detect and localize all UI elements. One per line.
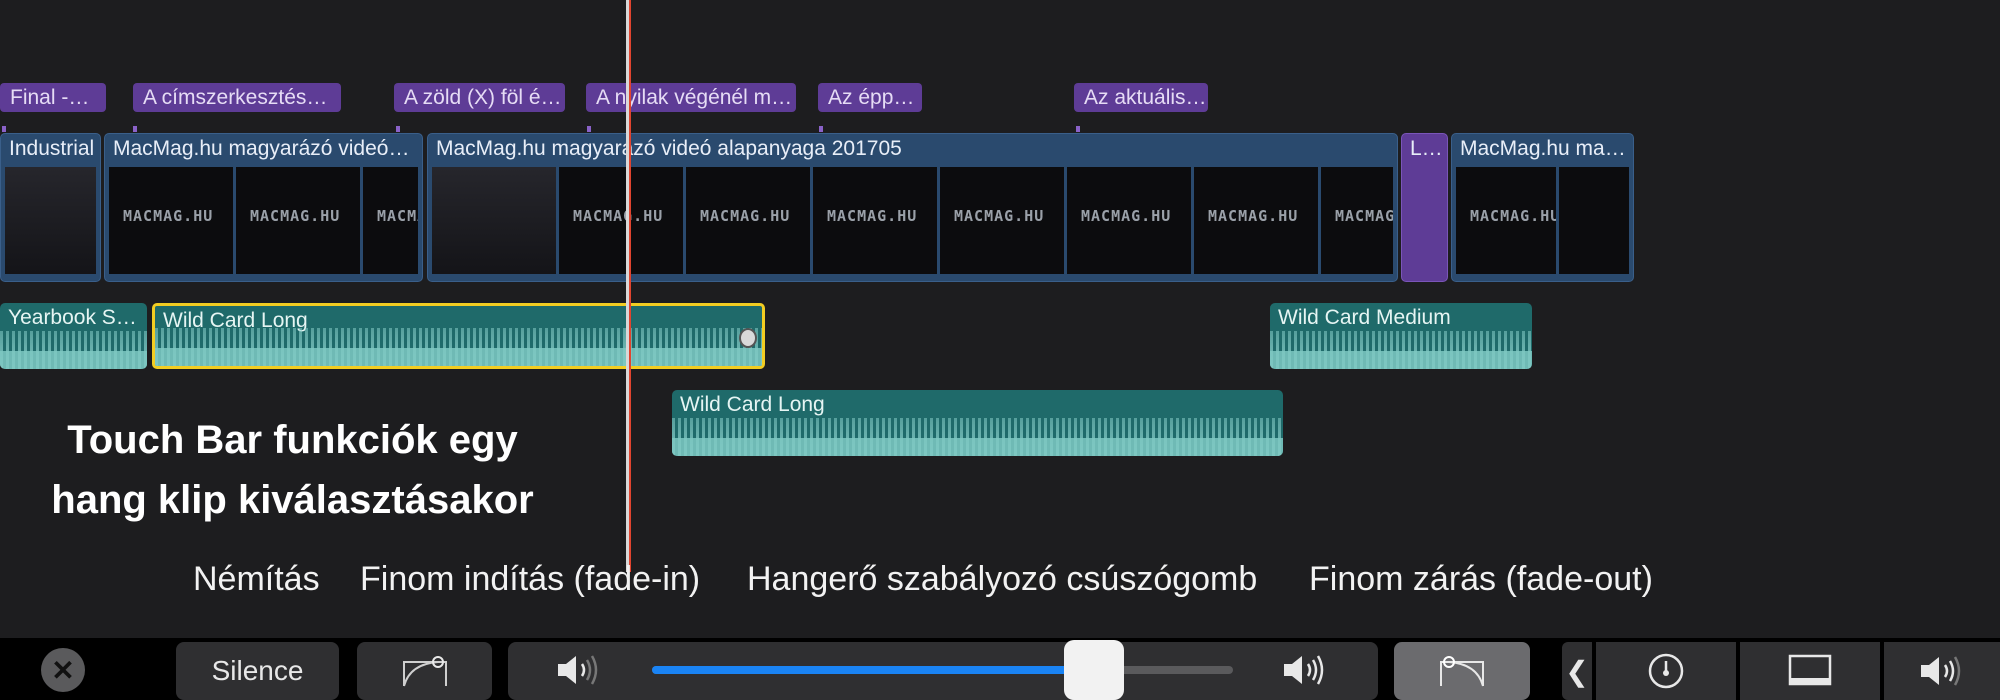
close-icon[interactable]: ✕ xyxy=(41,648,85,692)
marker-pin xyxy=(1076,126,1080,132)
video-clip-title: MacMag.hu magyarázó videó… xyxy=(113,137,410,160)
thumbnail-logo: MACMAG.HU xyxy=(1335,207,1393,225)
label-volume-slider: Hangerő szabályozó csúszógomb xyxy=(747,560,1258,598)
thumbnail: MACMAG.HU xyxy=(813,167,937,274)
label-fade-out: Finom zárás (fade-out) xyxy=(1309,560,1653,598)
video-clip-industrial[interactable]: Industrial xyxy=(0,133,101,282)
control-strip-collapse-button[interactable]: ❮ xyxy=(1562,642,1592,700)
thumbnail: MACMAG.HU xyxy=(686,167,810,274)
video-clip-title: L… xyxy=(1410,137,1443,160)
waveform-base xyxy=(672,438,1283,456)
label-mute: Némítás xyxy=(193,560,320,598)
caption-line-2: hang klip kiválasztásakor xyxy=(51,478,534,522)
marker-4[interactable]: A nyilak végénél m… xyxy=(586,83,796,112)
video-clip-macmag-1[interactable]: MacMag.hu magyarázó videó… MACMAG.HU MAC… xyxy=(104,133,423,282)
marker-5[interactable]: Az épp… xyxy=(818,83,922,112)
dial-icon xyxy=(1648,653,1684,689)
caption: Touch Bar funkciók egy hang klip kiválas… xyxy=(20,410,565,530)
thumbnail: MACMAG.HU xyxy=(559,167,683,274)
marker-1[interactable]: Final -… xyxy=(0,83,106,112)
thumbnail xyxy=(1559,167,1629,274)
brightness-button[interactable] xyxy=(1596,642,1736,700)
video-clip-l[interactable]: L… xyxy=(1401,133,1448,282)
fade-out-icon xyxy=(1440,656,1484,687)
thumbnail: MACMAG.HU xyxy=(109,167,233,274)
audio-clip-title: Wild Card Medium xyxy=(1278,306,1451,329)
marker-3[interactable]: A zöld (X) föl é… xyxy=(394,83,565,112)
playhead-skimmer xyxy=(629,0,631,572)
volume-high-icon xyxy=(1280,651,1330,694)
clip-thumbnails: MACMAG.HU xyxy=(1456,167,1629,274)
fade-in-icon xyxy=(402,656,447,687)
marker-pin xyxy=(396,126,400,132)
thumbnail: MACMAG.HU xyxy=(940,167,1064,274)
video-clip-macmag-2[interactable]: MacMag.hu magyarázó videó alapanyaga 201… xyxy=(427,133,1398,282)
thumbnail: MACMAG.HU xyxy=(236,167,360,274)
thumbnail xyxy=(432,167,556,274)
thumbnail-logo: MACMAG.HU xyxy=(954,207,1045,225)
thumbnail-logo: MACMAG.HU xyxy=(827,207,918,225)
thumbnail: MACMAG.HU xyxy=(1456,167,1556,274)
volume-keyframe-handle[interactable] xyxy=(739,328,757,348)
thumbnail: MACMAG.HU xyxy=(1067,167,1191,274)
fade-in-button[interactable] xyxy=(357,642,492,700)
thumbnail-logo: MACMAG.HU xyxy=(250,207,341,225)
caption-line-1: Touch Bar funkciók egy xyxy=(67,418,518,462)
fade-out-button[interactable] xyxy=(1394,642,1530,700)
thumbnail: MACMAG.HU xyxy=(1321,167,1393,274)
audio-clip-title: Wild Card Long xyxy=(680,393,825,416)
thumbnail-logo: MACMAG.HU xyxy=(573,207,664,225)
audio-clip-wild-card-long-selected[interactable]: Wild Card Long xyxy=(152,303,765,369)
clip-thumbnails xyxy=(5,167,96,274)
display-icon xyxy=(1788,654,1832,686)
marker-pin xyxy=(819,126,823,132)
thumbnail-logo: MACMAG.HU xyxy=(1208,207,1299,225)
thumbnail xyxy=(5,167,96,274)
clip-thumbnails: MACMAG.HU MACMAG.HU MACMAG.HU MACMAG.HU … xyxy=(432,167,1393,274)
audio-clip-wild-card-long-2[interactable]: Wild Card Long xyxy=(672,390,1283,456)
marker-2[interactable]: A címszerkesztés… xyxy=(133,83,341,112)
thumbnail: MACMAG.HU xyxy=(1194,167,1318,274)
mission-control-button[interactable] xyxy=(1740,642,1880,700)
waveform-base xyxy=(0,351,147,369)
thumbnail-logo: MACMAG.HU xyxy=(1081,207,1172,225)
silence-button[interactable]: Silence xyxy=(176,642,339,700)
thumbnail: MACMAG.HU xyxy=(363,167,418,274)
volume-low-icon xyxy=(554,651,604,694)
thumbnail-logo: MACMAG.HU xyxy=(1470,207,1556,225)
thumbnail-logo: MACMAG.HU xyxy=(377,207,418,225)
clip-thumbnails: MACMAG.HU MACMAG.HU MACMAG.HU xyxy=(109,167,418,274)
label-fade-in: Finom indítás (fade-in) xyxy=(360,560,701,598)
audio-clip-yearbook[interactable]: Yearbook S… xyxy=(0,303,147,369)
waveform-base xyxy=(155,348,762,366)
video-clip-title: Industrial xyxy=(9,137,95,160)
volume-slider-knob[interactable] xyxy=(1063,640,1124,700)
video-clip-macmag-3[interactable]: MacMag.hu ma… MACMAG.HU xyxy=(1451,133,1634,282)
waveform-base xyxy=(1270,351,1532,369)
thumbnail-logo: MACMAG.HU xyxy=(123,207,214,225)
audio-clip-wild-card-medium[interactable]: Wild Card Medium xyxy=(1270,303,1532,369)
marker-6[interactable]: Az aktuális… xyxy=(1074,83,1208,112)
video-clip-title: MacMag.hu magyarázó videó alapanyaga 201… xyxy=(436,137,902,160)
thumbnail-logo: MACMAG.HU xyxy=(700,207,791,225)
volume-slider-fill xyxy=(652,666,1094,674)
video-clip-title: MacMag.hu ma… xyxy=(1460,137,1626,160)
marker-pin xyxy=(2,126,6,132)
volume-icon xyxy=(1921,656,1961,686)
audio-clip-title: Yearbook S… xyxy=(8,306,137,329)
volume-button[interactable] xyxy=(1884,642,2000,700)
marker-pin xyxy=(587,126,591,132)
marker-pin xyxy=(133,126,137,132)
